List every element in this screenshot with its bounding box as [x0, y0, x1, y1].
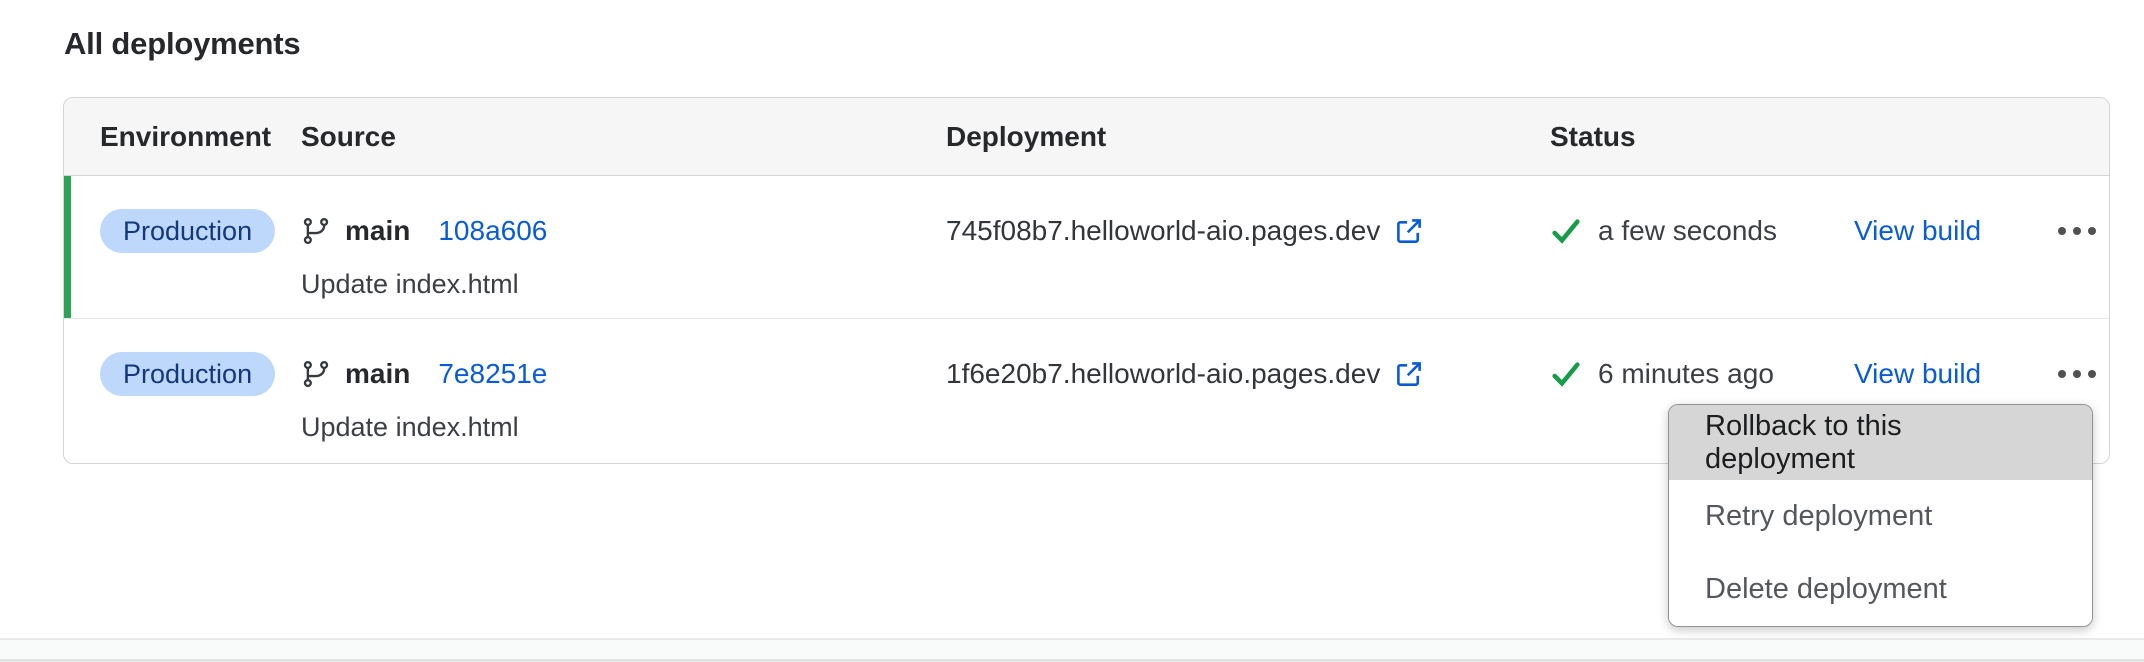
- deployment-url: 745f08b7.helloworld-aio.pages.dev: [946, 215, 1380, 247]
- git-branch-icon: [301, 216, 331, 246]
- deployment-actions-menu: Rollback to this deployment Retry deploy…: [1668, 404, 2093, 627]
- view-build-link[interactable]: View build: [1854, 215, 1981, 247]
- header-deployment: Deployment: [946, 98, 1106, 176]
- deployment-url: 1f6e20b7.helloworld-aio.pages.dev: [946, 358, 1380, 390]
- environment-badge: Production: [100, 352, 275, 396]
- page-bottom-divider: [0, 638, 2144, 662]
- header-status: Status: [1550, 98, 1636, 176]
- table-header-row: Environment Source Deployment Status: [64, 98, 2109, 176]
- source-cell: main 108a606: [301, 206, 547, 256]
- external-link-icon[interactable]: [1394, 216, 1424, 246]
- view-build-cell: View build: [1854, 349, 1981, 399]
- view-build-link[interactable]: View build: [1854, 358, 1981, 390]
- environment-cell: Production: [100, 206, 275, 256]
- check-icon: [1550, 358, 1582, 390]
- commit-message: Update index.html: [301, 269, 519, 300]
- commit-message: Update index.html: [301, 412, 519, 443]
- menu-item-delete[interactable]: Delete deployment: [1669, 553, 2092, 626]
- status-cell: a few seconds: [1550, 206, 1777, 256]
- view-build-cell: View build: [1854, 206, 1981, 256]
- deployment-cell: 745f08b7.helloworld-aio.pages.dev: [946, 206, 1424, 256]
- page-title: All deployments: [64, 26, 300, 62]
- row-actions-cell: [2032, 349, 2122, 399]
- menu-item-retry[interactable]: Retry deployment: [1669, 480, 2092, 553]
- environment-badge: Production: [100, 209, 275, 253]
- environment-cell: Production: [100, 349, 275, 399]
- deployments-page: All deployments Environment Source Deplo…: [0, 0, 2144, 662]
- check-icon: [1550, 215, 1582, 247]
- source-cell: main 7e8251e: [301, 349, 547, 399]
- status-time: 6 minutes ago: [1598, 358, 1774, 390]
- commit-link[interactable]: 7e8251e: [438, 358, 547, 390]
- menu-item-rollback[interactable]: Rollback to this deployment: [1669, 405, 2092, 480]
- external-link-icon[interactable]: [1394, 359, 1424, 389]
- status-time: a few seconds: [1598, 215, 1777, 247]
- branch-name: main: [345, 358, 410, 390]
- header-source: Source: [301, 98, 396, 176]
- row-actions-cell: [2032, 206, 2122, 256]
- table-row: Production main 108a606 Update index.htm…: [64, 176, 2109, 319]
- ellipsis-icon[interactable]: [2048, 360, 2106, 388]
- branch-name: main: [345, 215, 410, 247]
- git-branch-icon: [301, 359, 331, 389]
- deployment-cell: 1f6e20b7.helloworld-aio.pages.dev: [946, 349, 1424, 399]
- status-cell: 6 minutes ago: [1550, 349, 1774, 399]
- header-environment: Environment: [100, 98, 271, 176]
- ellipsis-icon[interactable]: [2048, 217, 2106, 245]
- commit-link[interactable]: 108a606: [438, 215, 547, 247]
- current-deployment-indicator: [64, 176, 71, 318]
